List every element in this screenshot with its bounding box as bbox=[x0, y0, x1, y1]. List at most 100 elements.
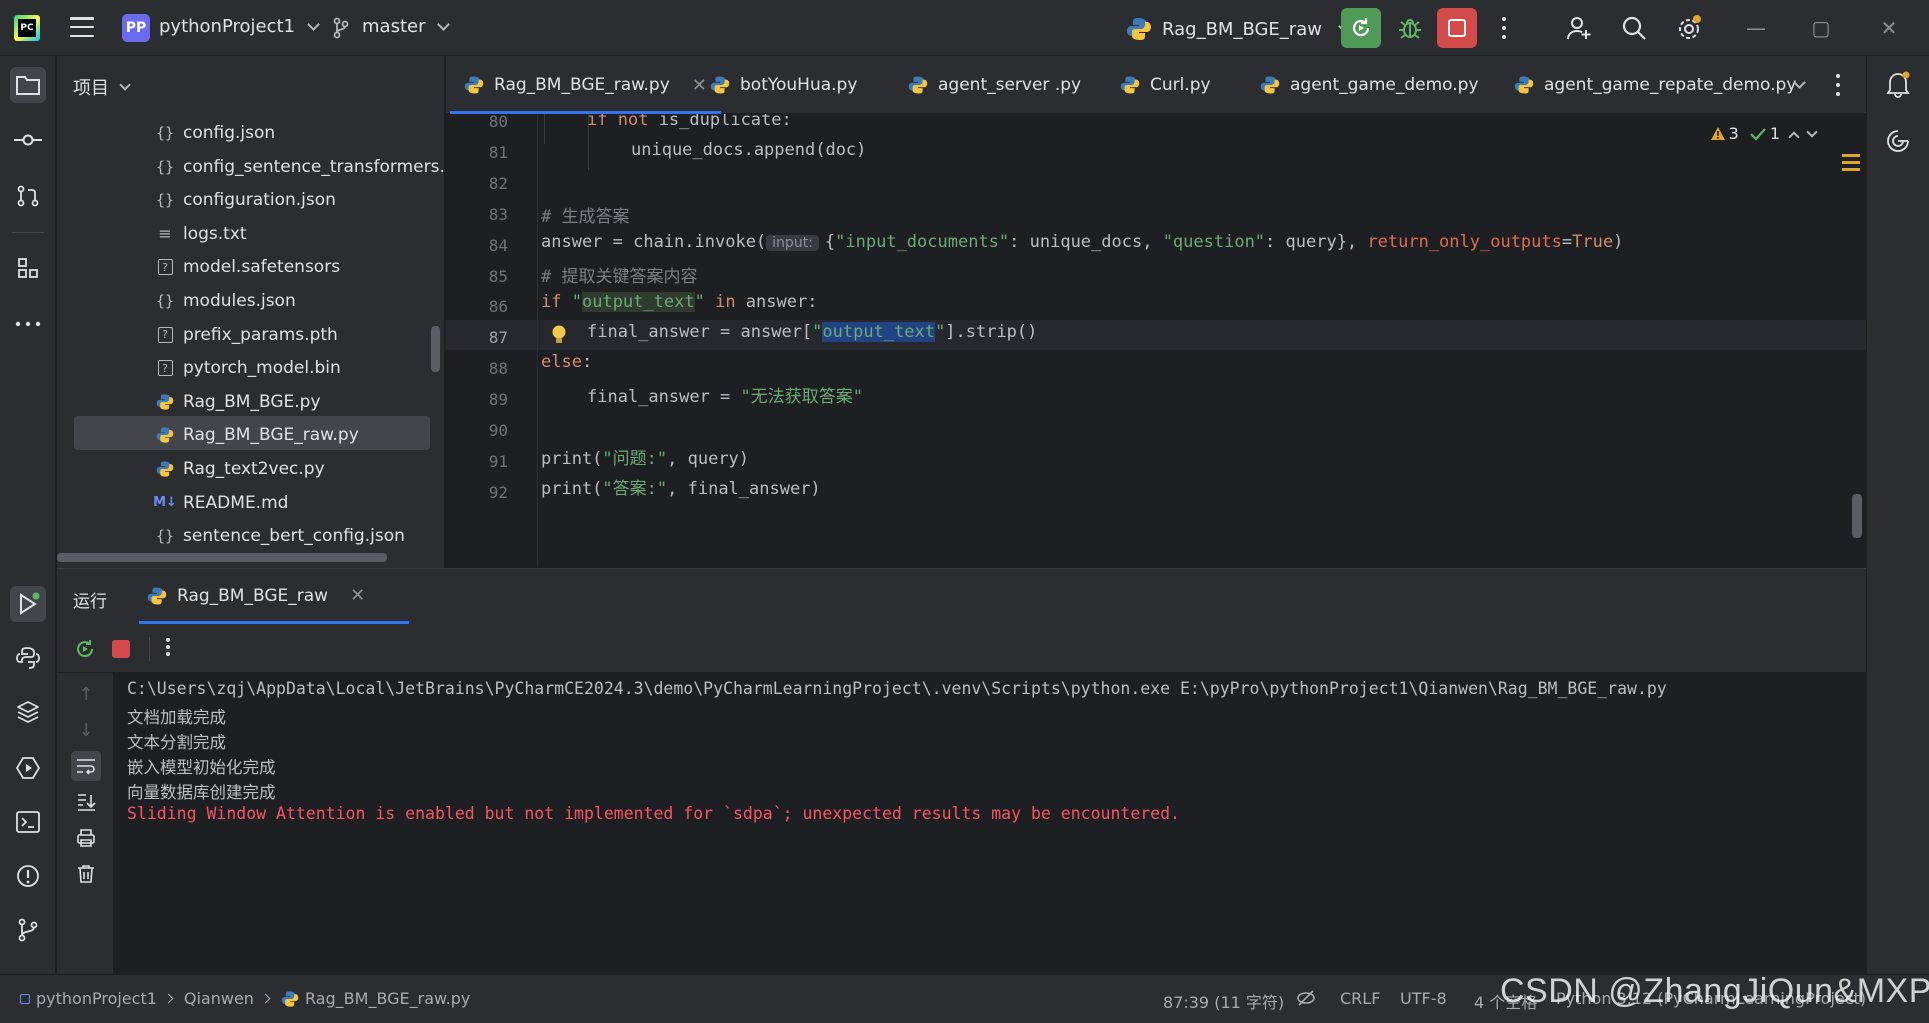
tree-item[interactable]: {} config_sentence_transformers.json bbox=[155, 152, 444, 182]
pull-requests-icon[interactable] bbox=[10, 178, 46, 214]
caret-position[interactable]: 87:39 (11 字符) bbox=[1163, 989, 1284, 1013]
tree-item-label: model.safetensors bbox=[183, 257, 341, 278]
soft-wrap-icon[interactable] bbox=[71, 751, 101, 781]
tree-item[interactable]: ? pytorch_model.bin bbox=[155, 353, 341, 383]
stop-icon[interactable] bbox=[109, 637, 133, 661]
project-view-icon[interactable] bbox=[10, 67, 46, 103]
scroll-to-end-icon[interactable] bbox=[73, 789, 99, 815]
project-selector[interactable]: pythonProject1 bbox=[159, 16, 320, 37]
notifications-bell-icon[interactable] bbox=[1885, 70, 1911, 103]
json-icon: {} bbox=[155, 527, 175, 546]
search-icon[interactable] bbox=[1620, 14, 1648, 42]
project-panel-header[interactable]: 项目 bbox=[73, 74, 131, 100]
code-line-86: if "output_text" in answer: bbox=[541, 292, 818, 312]
run-tool-icon[interactable] bbox=[10, 586, 46, 622]
ai-assistant-icon[interactable] bbox=[1885, 128, 1911, 159]
code-editor[interactable]: 80 81 82 83 84 85 86 87 88 89 90 91 92 if not is_dup… bbox=[446, 114, 1866, 567]
tree-item[interactable]: ? model.safetensors bbox=[155, 252, 340, 282]
close-tab-icon[interactable]: ✕ bbox=[692, 75, 707, 96]
chevron-down-icon bbox=[307, 17, 320, 31]
main-menu-icon[interactable] bbox=[70, 17, 94, 37]
structure-icon[interactable] bbox=[10, 250, 46, 286]
editor-scrollbar[interactable] bbox=[1852, 494, 1862, 538]
tab-rag-bm-bge-raw[interactable]: Rag_BM_BGE_raw.py ✕ bbox=[450, 56, 721, 114]
minimize-window-button[interactable]: — bbox=[1742, 14, 1770, 42]
tab-agent-game-repate-demo[interactable]: agent_game_repate_demo.py bbox=[1514, 56, 1796, 114]
python-console-icon[interactable] bbox=[10, 640, 46, 676]
breadcrumb-folder[interactable]: Qianwen bbox=[184, 989, 254, 1008]
tree-item[interactable]: ≡ logs.txt bbox=[155, 219, 246, 249]
line-number: 81 bbox=[488, 142, 508, 162]
arrow-up-icon[interactable]: ↑ bbox=[73, 681, 99, 707]
branch-selector[interactable]: master bbox=[362, 16, 451, 37]
problems-icon[interactable] bbox=[10, 858, 46, 894]
line-number: 92 bbox=[488, 482, 508, 502]
code-line-81: unique_docs.append(doc) bbox=[631, 140, 867, 160]
tree-item-label: prefix_params.pth bbox=[183, 324, 338, 345]
chevron-down-icon bbox=[437, 17, 451, 31]
more-tools-icon[interactable] bbox=[10, 306, 46, 342]
tree-item[interactable]: {} sentence_bert_config.json bbox=[155, 521, 405, 551]
tree-horizontal-scrollbar[interactable] bbox=[57, 553, 387, 562]
breadcrumb-project[interactable]: pythonProject1 bbox=[36, 989, 157, 1008]
run-tool-window: 运行 Rag_BM_BGE_raw ✕ ↑ ↓ C:\Users\zqj\App… bbox=[57, 568, 1866, 975]
tab-curl[interactable]: Curl.py bbox=[1120, 56, 1211, 114]
line-number: 90 bbox=[488, 421, 508, 440]
error-stripe-marks[interactable] bbox=[1842, 154, 1860, 175]
csdn-watermark: CSDN @ZhangJiQun&MXP bbox=[1500, 972, 1929, 1010]
read-only-toggle-icon[interactable] bbox=[1296, 988, 1316, 1012]
tree-item[interactable]: {} configuration.json bbox=[155, 185, 336, 215]
tab-agent-server[interactable]: agent_server .py bbox=[908, 56, 1081, 114]
maximize-window-button[interactable]: ▢ bbox=[1807, 14, 1835, 42]
print-icon[interactable] bbox=[73, 825, 99, 851]
line-number: 91 bbox=[488, 451, 508, 471]
next-highlight-icon[interactable] bbox=[1806, 125, 1818, 138]
tab-botyouhua[interactable]: botYouHua.py bbox=[710, 56, 857, 114]
tab-label: botYouHua.py bbox=[740, 75, 858, 95]
inspection-widget[interactable]: 3 1 bbox=[1710, 124, 1818, 143]
breadcrumb-file[interactable]: Rag_BM_BGE_raw.py bbox=[305, 989, 470, 1008]
debug-button[interactable] bbox=[1394, 12, 1426, 44]
tree-item[interactable]: Rag_BM_BGE_raw.py bbox=[155, 420, 359, 450]
run-more-icon[interactable] bbox=[165, 638, 171, 656]
commit-icon[interactable] bbox=[10, 122, 46, 158]
right-tool-strip bbox=[1866, 56, 1929, 974]
tab-agent-game-demo[interactable]: agent_game_demo.py bbox=[1260, 56, 1479, 114]
tree-item-label: Rag_BM_BGE.py bbox=[183, 391, 321, 412]
intention-bulb-icon[interactable] bbox=[550, 324, 568, 351]
close-window-button[interactable]: ✕ bbox=[1875, 14, 1903, 42]
project-badge[interactable]: PP bbox=[122, 14, 150, 42]
python-packages-icon[interactable] bbox=[10, 694, 46, 730]
rerun-icon[interactable] bbox=[73, 637, 97, 661]
close-run-tab-icon[interactable]: ✕ bbox=[350, 585, 365, 606]
line-number: 82 bbox=[488, 173, 508, 193]
branch-name: master bbox=[362, 16, 426, 37]
tree-item[interactable]: {} config.json bbox=[155, 118, 275, 148]
tree-vertical-scrollbar[interactable] bbox=[431, 326, 440, 372]
terminal-icon[interactable] bbox=[10, 804, 46, 840]
python-icon bbox=[147, 587, 167, 604]
tree-item[interactable]: {} modules.json bbox=[155, 286, 296, 316]
tree-item[interactable]: Rag_BM_BGE.py bbox=[155, 387, 321, 417]
tree-item[interactable]: ? prefix_params.pth bbox=[155, 320, 338, 350]
file-encoding[interactable]: UTF-8 bbox=[1400, 989, 1447, 1008]
line-number: 89 bbox=[488, 390, 508, 410]
more-actions-icon[interactable] bbox=[1501, 17, 1507, 39]
tree-item[interactable]: M↓ README.md bbox=[153, 488, 288, 518]
run-config-selector[interactable]: Rag_BM_BGE_raw bbox=[1126, 16, 1351, 42]
line-separator[interactable]: CRLF bbox=[1340, 989, 1380, 1008]
previous-highlight-icon[interactable] bbox=[1788, 130, 1800, 143]
run-tab[interactable]: Rag_BM_BGE_raw ✕ bbox=[147, 585, 365, 606]
add-user-icon[interactable] bbox=[1565, 14, 1593, 42]
git-icon[interactable] bbox=[10, 912, 46, 948]
arrow-down-icon[interactable]: ↓ bbox=[73, 717, 99, 743]
tree-item-label: configuration.json bbox=[183, 190, 336, 211]
tree-item[interactable]: Rag_text2vec.py bbox=[155, 454, 325, 484]
run-tab-label: Rag_BM_BGE_raw bbox=[177, 585, 329, 606]
tab-more-icon[interactable] bbox=[1835, 74, 1841, 96]
stop-button[interactable] bbox=[1437, 8, 1477, 48]
rerun-button[interactable] bbox=[1341, 8, 1381, 48]
trash-icon[interactable] bbox=[73, 861, 99, 887]
settings-gear-icon[interactable] bbox=[1675, 14, 1703, 42]
services-icon[interactable] bbox=[10, 750, 46, 786]
